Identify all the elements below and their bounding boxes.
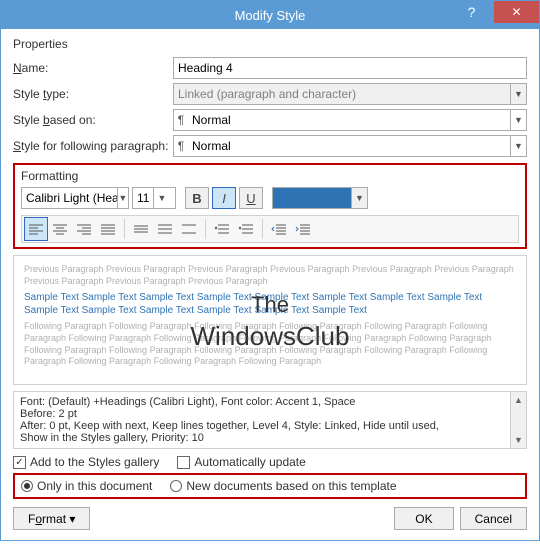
radio-icon [170,480,182,492]
cancel-button[interactable]: Cancel [460,507,527,530]
based-on-label: Style based on: [13,113,173,127]
info-line: Show in the Styles gallery, Priority: 10 [20,432,520,444]
underline-button[interactable]: U [239,187,263,209]
titlebar: Modify Style ? ✕ [1,1,539,29]
info-line: Font: (Default) +Headings (Calibri Light… [20,396,520,408]
font-size-combo[interactable]: 11 ▼ [132,187,176,209]
align-right-button[interactable] [72,217,96,241]
preview-prev-text: Previous Paragraph Previous Paragraph Pr… [24,264,516,287]
dialog-title: Modify Style [235,8,306,23]
name-label: Name: [13,61,173,75]
style-type-label: Style type: [13,87,173,101]
close-button[interactable]: ✕ [494,1,539,23]
scroll-down-icon[interactable]: ▼ [511,432,526,448]
chevron-down-icon[interactable]: ▼ [352,187,368,209]
checkbox-icon [177,456,190,469]
ok-button[interactable]: OK [394,507,453,530]
chevron-down-icon[interactable]: ▼ [510,110,526,130]
paragraph-toolbar [21,215,519,243]
name-input[interactable] [173,57,527,79]
pilcrow-icon: ¶ [174,113,188,127]
chevron-down-icon[interactable]: ▼ [117,188,128,208]
preview-panel: Previous Paragraph Previous Paragraph Pr… [13,255,527,385]
increase-indent-button[interactable] [291,217,315,241]
line-spacing-1-button[interactable] [129,217,153,241]
style-info-box: Font: (Default) +Headings (Calibri Light… [13,391,527,449]
info-line: After: 0 pt, Keep with next, Keep lines … [20,420,520,432]
auto-update-checkbox[interactable]: Automatically update [177,455,305,469]
chevron-down-icon[interactable]: ▼ [153,188,169,208]
scrollbar[interactable]: ▲ ▼ [510,392,526,448]
scope-highlight: Only in this document New documents base… [13,473,527,499]
line-spacing-15-button[interactable] [153,217,177,241]
align-center-button[interactable] [48,217,72,241]
help-button[interactable]: ? [449,1,494,23]
new-docs-radio[interactable]: New documents based on this template [170,479,396,493]
add-to-gallery-checkbox[interactable]: ✓ Add to the Styles gallery [13,455,159,469]
preview-sample-text: Sample Text Sample Text Sample Text Samp… [24,291,516,317]
decrease-indent-button[interactable] [267,217,291,241]
bold-button[interactable]: B [185,187,209,209]
following-label: Style for following paragraph: [13,139,173,153]
chevron-down-icon[interactable]: ▼ [510,136,526,156]
justify-button[interactable] [96,217,120,241]
italic-button[interactable]: I [212,187,236,209]
font-combo[interactable]: Calibri Light (Headings) ▼ [21,187,129,209]
checkbox-icon: ✓ [13,456,26,469]
align-left-button[interactable] [24,217,48,241]
font-color-combo[interactable]: ▼ [272,187,368,209]
modify-style-dialog: Modify Style ? ✕ Properties Name: Style … [0,0,540,541]
line-spacing-2-button[interactable] [177,217,201,241]
color-swatch [272,187,352,209]
style-type-combo: Linked (paragraph and character) ▼ [173,83,527,105]
following-combo[interactable]: ¶ Normal ▼ [173,135,527,157]
formatting-section-label: Formatting [21,169,519,183]
space-before-down-button[interactable] [234,217,258,241]
scroll-up-icon[interactable]: ▲ [511,392,526,408]
info-line: Before: 2 pt [20,408,520,420]
space-before-up-button[interactable] [210,217,234,241]
chevron-down-icon: ▼ [510,84,526,104]
radio-icon [21,480,33,492]
based-on-combo[interactable]: ¶ Normal ▼ [173,109,527,131]
pilcrow-icon: ¶ [174,139,188,153]
only-this-doc-radio[interactable]: Only in this document [21,479,152,493]
properties-section-label: Properties [13,37,527,51]
preview-next-text: Following Paragraph Following Paragraph … [24,321,516,368]
formatting-highlight: Formatting Calibri Light (Headings) ▼ 11… [13,163,527,249]
format-button[interactable]: Format ▾ [13,507,90,530]
